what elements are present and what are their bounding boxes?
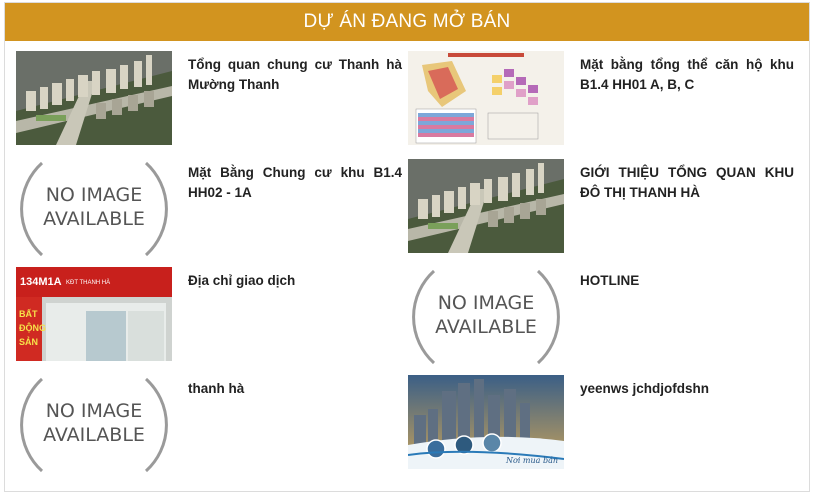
project-item[interactable]: NO IMAGE AVAILABLE Mặt Bằng Chung cư khu… — [16, 159, 406, 259]
towers-promo-image: Nơi mua bán — [408, 375, 564, 469]
panel-title: DỰ ÁN ĐANG MỞ BÁN — [303, 11, 511, 32]
project-item[interactable]: Mặt bằng tổng thể căn hộ khu B1.4 HH01 A… — [408, 51, 798, 151]
svg-text:KĐT THANH HÀ: KĐT THANH HÀ — [66, 279, 110, 286]
no-image-placeholder[interactable]: NO IMAGE AVAILABLE — [408, 267, 564, 367]
svg-text:134M1A: 134M1A — [20, 276, 62, 288]
project-title[interactable]: Địa chỉ giao dịch — [188, 271, 402, 291]
masterplan-aerial-image — [408, 159, 564, 253]
project-item[interactable]: NO IMAGE AVAILABLE thanh hà — [16, 375, 406, 475]
project-thumbnail[interactable]: Nơi mua bán — [408, 375, 564, 469]
project-title[interactable]: Mặt Bằng Chung cư khu B1.4 HH02 - 1A — [188, 163, 402, 203]
panel-header: DỰ ÁN ĐANG MỞ BÁN — [5, 3, 809, 41]
no-image-line1: NO IMAGE — [45, 400, 143, 422]
no-image-placeholder[interactable]: NO IMAGE AVAILABLE — [16, 375, 172, 475]
project-thumbnail[interactable] — [408, 159, 564, 253]
project-thumbnail[interactable] — [16, 51, 172, 145]
project-item[interactable]: 134M1A KĐT THANH HÀ BẤT ĐỘNG SẢN Địa chỉ… — [16, 267, 406, 367]
project-title[interactable]: Mặt bằng tổng thể căn hộ khu B1.4 HH01 A… — [580, 55, 794, 95]
projects-panel: DỰ ÁN ĐANG MỞ BÁN Tổng quan chung cư Tha… — [4, 2, 810, 492]
project-title[interactable]: thanh hà — [188, 379, 402, 399]
no-image-line2: AVAILABLE — [43, 208, 145, 230]
floorplan-image — [408, 51, 564, 145]
svg-text:ĐỘNG: ĐỘNG — [19, 322, 46, 333]
no-image-line1: NO IMAGE — [45, 184, 143, 206]
no-image-line1: NO IMAGE — [437, 292, 535, 314]
no-image-line2: AVAILABLE — [43, 424, 145, 446]
no-image-placeholder[interactable]: NO IMAGE AVAILABLE — [16, 159, 172, 259]
svg-text:BẤT: BẤT — [19, 309, 38, 319]
project-thumbnail[interactable]: 134M1A KĐT THANH HÀ BẤT ĐỘNG SẢN — [16, 267, 172, 361]
svg-text:SẢN: SẢN — [19, 336, 38, 347]
project-item[interactable]: Nơi mua bán yeenws jchdjofdshn — [408, 375, 798, 475]
svg-text:Nơi mua bán: Nơi mua bán — [505, 456, 558, 465]
project-title[interactable]: Tổng quan chung cư Thanh hà Mường Thanh — [188, 55, 402, 95]
storefront-image: 134M1A KĐT THANH HÀ BẤT ĐỘNG SẢN — [16, 267, 172, 361]
project-title[interactable]: GIỚI THIỆU TỔNG QUAN KHU ĐÔ THỊ THANH HÀ — [580, 163, 794, 203]
project-title[interactable]: yeenws jchdjofdshn — [580, 379, 794, 399]
project-item[interactable]: Tổng quan chung cư Thanh hà Mường Thanh — [16, 51, 406, 151]
project-thumbnail[interactable] — [408, 51, 564, 145]
project-title[interactable]: HOTLINE — [580, 271, 794, 291]
masterplan-aerial-image — [16, 51, 172, 145]
project-item[interactable]: NO IMAGE AVAILABLE HOTLINE — [408, 267, 798, 367]
no-image-line2: AVAILABLE — [435, 316, 537, 338]
project-item[interactable]: GIỚI THIỆU TỔNG QUAN KHU ĐÔ THỊ THANH HÀ — [408, 159, 798, 259]
